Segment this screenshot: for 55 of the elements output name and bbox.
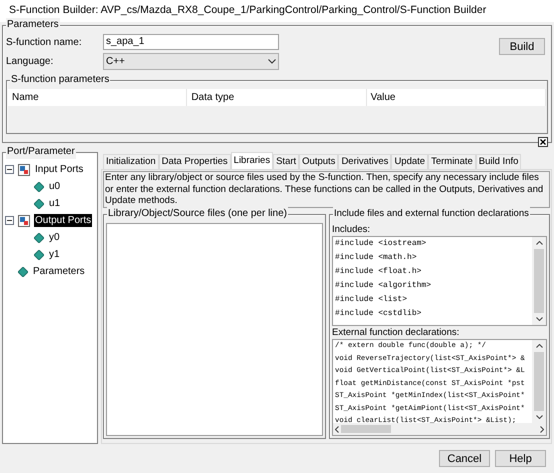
tree-item[interactable]: u0 (48, 180, 62, 193)
tab[interactable]: Data Properties (158, 154, 231, 169)
scroll-down-icon[interactable] (536, 317, 542, 321)
chevron-down-icon (268, 59, 276, 64)
includes-label: Includes: (332, 223, 372, 236)
build-button[interactable]: Build (499, 38, 545, 55)
expander-icon[interactable] (5, 216, 14, 225)
column-header[interactable]: Value (366, 89, 546, 106)
scroll-up-icon[interactable] (536, 241, 542, 245)
tab[interactable]: Outputs (299, 154, 338, 169)
code-line: #include <cstdlib> (335, 308, 422, 320)
window-title: S-Function Builder: AVP_cs/Mazda_RX8_Coupe_1/ParkingControl/Parking_Control/S-Function Builder (9, 3, 486, 18)
scroll-right-icon[interactable] (540, 426, 544, 432)
field-label: Language: (6, 55, 54, 69)
horizontal-scrollbar[interactable] (333, 423, 546, 435)
vertical-scrollbar[interactable] (532, 237, 546, 325)
group-title: Port/Parameter (6, 145, 76, 159)
code-line: #include <float.h> (335, 266, 422, 278)
tree-item[interactable]: u1 (48, 197, 62, 210)
column-header[interactable]: Name (8, 89, 188, 106)
port-block-icon (18, 164, 30, 176)
vertical-scrollbar[interactable] (532, 340, 546, 423)
tab[interactable]: Initialization (103, 154, 159, 169)
code-line: #include <iostream> (335, 238, 426, 250)
group-title: Library/Object/Source files (one per line) (107, 207, 288, 221)
scroll-up-icon[interactable] (536, 344, 542, 348)
tree-item[interactable]: Parameters (32, 265, 86, 278)
tab[interactable]: Terminate (428, 154, 476, 169)
tab[interactable]: Update (391, 154, 428, 169)
tree-item[interactable]: y0 (48, 231, 61, 244)
tree-item[interactable]: Input Ports (34, 163, 84, 176)
tab[interactable]: Start (273, 154, 300, 169)
port-block-icon (18, 214, 30, 226)
scroll-down-icon[interactable] (536, 415, 542, 419)
close-icon[interactable] (538, 137, 548, 147)
column-header[interactable]: Data type (187, 89, 367, 106)
external-declarations-text-area[interactable] (332, 339, 547, 436)
field-label: S-function name: (6, 36, 83, 50)
code-line: #include <algorithm> (335, 280, 432, 292)
tab[interactable]: Derivatives (338, 154, 392, 169)
dialog-button[interactable]: Help (495, 450, 546, 467)
code-line: #include <list> (335, 294, 408, 306)
tree-item[interactable]: y1 (48, 248, 61, 261)
code-line: #include <math.h> (335, 252, 417, 264)
language-dropdown[interactable]: C++ (103, 53, 279, 70)
tab[interactable]: Build Info (476, 154, 522, 169)
dialog-button[interactable]: Cancel (439, 450, 490, 467)
external-declarations-label: External function declarations: (332, 326, 460, 339)
group-title: S-function parameters (10, 73, 110, 87)
scroll-left-icon[interactable] (335, 426, 339, 432)
expander-icon[interactable] (5, 165, 14, 174)
includes-text-area[interactable]: #include <iostream> #include <math.h> #include <float.h> #include <algorithm> #include <list> #include <cstdlib> (332, 236, 547, 326)
tree-item[interactable]: Output Ports (34, 214, 92, 227)
tab[interactable]: Libraries (230, 152, 274, 169)
name-input-field[interactable]: s_apa_1 (103, 34, 279, 50)
